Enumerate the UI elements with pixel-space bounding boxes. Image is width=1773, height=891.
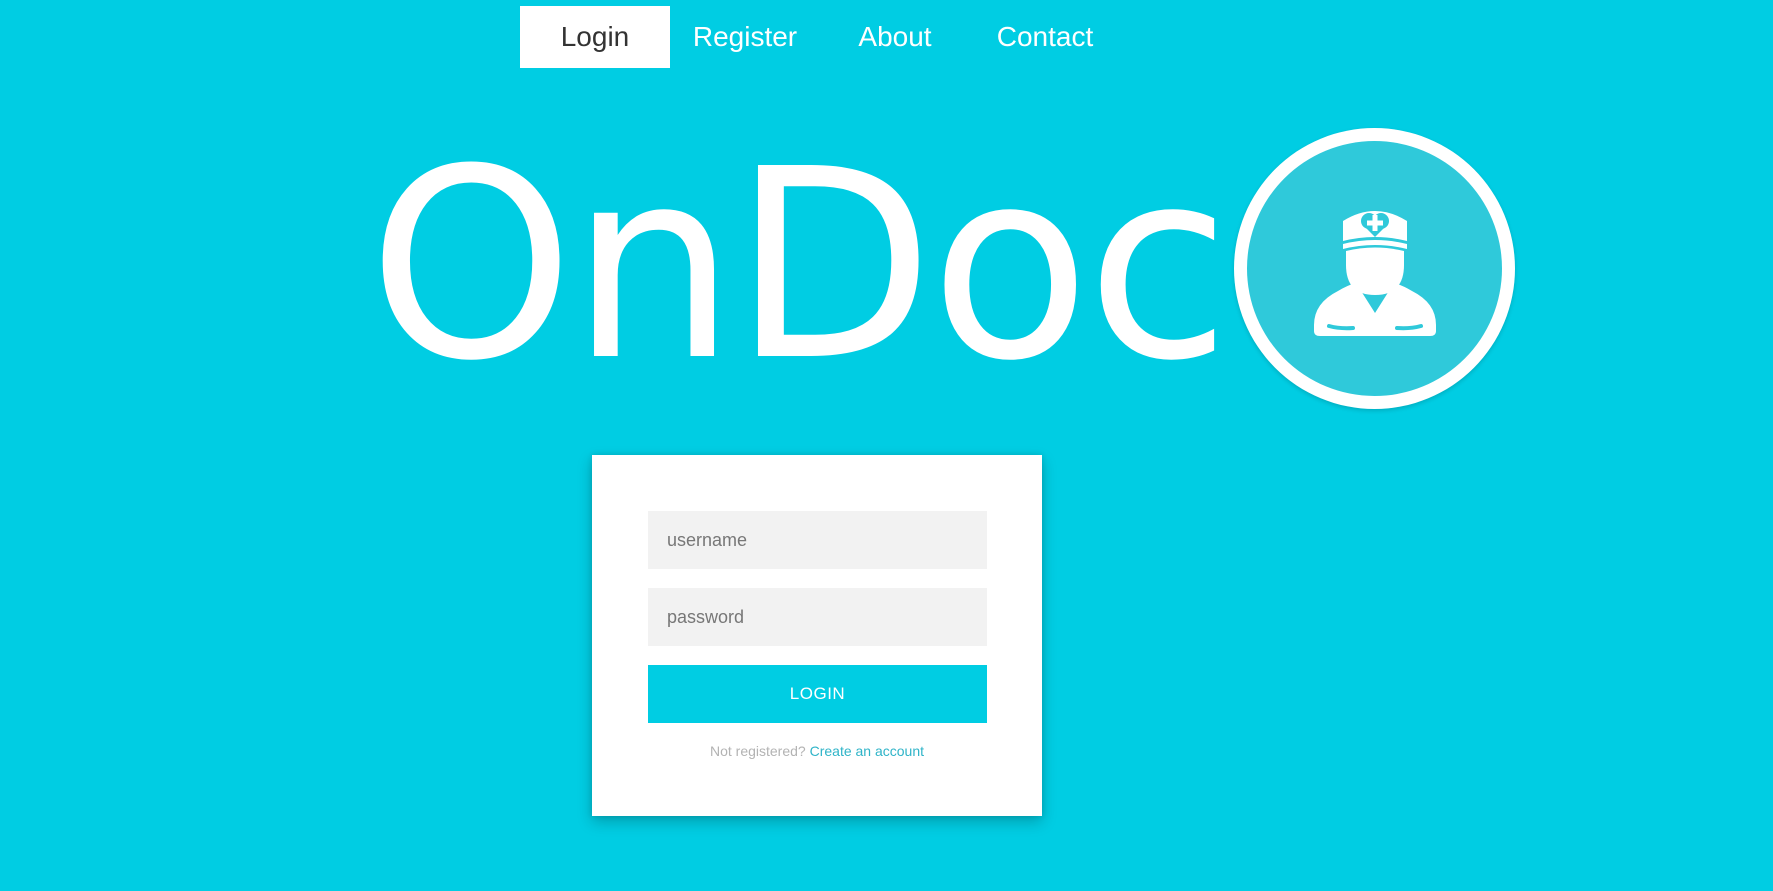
create-account-link[interactable]: Create an account [810, 743, 924, 759]
brand-name: OnDoc [368, 112, 1230, 418]
username-input[interactable] [648, 511, 987, 569]
nav-register[interactable]: Register [670, 6, 820, 68]
brand-logo-circle [1247, 141, 1503, 396]
brand-logo [1234, 128, 1516, 409]
nav-login[interactable]: Login [520, 6, 670, 68]
login-button[interactable]: LOGIN [648, 665, 987, 723]
login-card: LOGIN Not registered? Create an account [592, 455, 1042, 816]
password-input[interactable] [648, 588, 987, 646]
nurse-icon [1313, 210, 1436, 336]
nav-about[interactable]: About [820, 6, 970, 68]
register-prompt: Not registered? [709, 743, 806, 759]
top-nav: Login Register About Contact [520, 6, 1120, 68]
nav-contact[interactable]: Contact [970, 6, 1120, 68]
register-prompt-line: Not registered? Create an account [592, 743, 1042, 759]
brand-header: OnDoc [368, 112, 1516, 418]
